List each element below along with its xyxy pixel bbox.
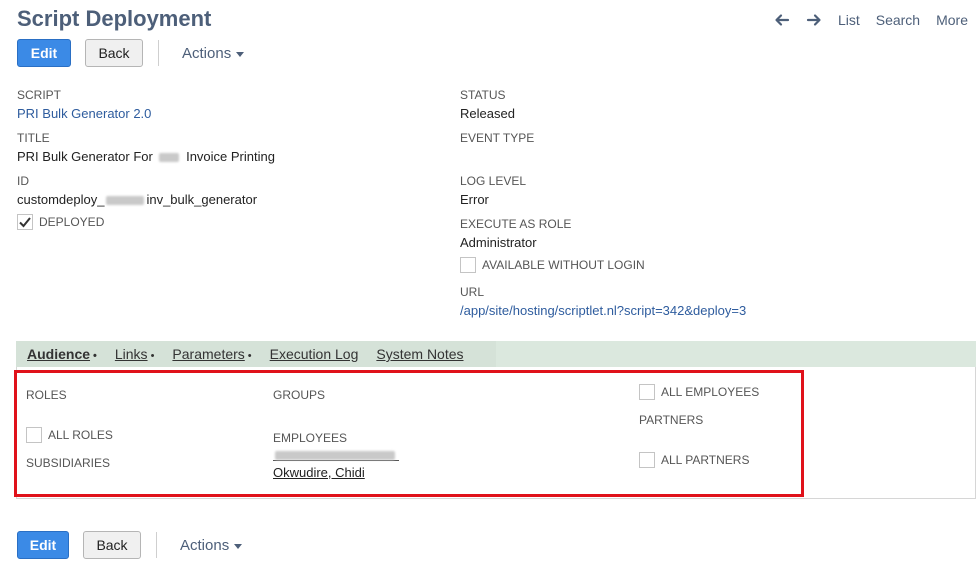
title-value: PRI Bulk Generator For Invoice Printing: [17, 149, 275, 165]
tab-audience[interactable]: Audience •: [27, 346, 97, 362]
actions-menu[interactable]: Actions: [180, 536, 243, 554]
title-label: TITLE: [17, 131, 50, 145]
arrow-left-icon[interactable]: [774, 12, 790, 28]
tab-parameters-label: Parameters: [172, 346, 245, 362]
available-without-login-row: AVAILABLE WITHOUT LOGIN: [460, 257, 645, 273]
toolbar-divider: [158, 40, 159, 66]
id-value-suffix: inv_bulk_generator: [146, 192, 258, 207]
deployed-checkbox-row: DEPLOYED: [17, 214, 104, 230]
checkmark-icon: [19, 217, 31, 228]
toolbar-divider: [156, 532, 157, 558]
tab-links-label: Links: [114, 346, 148, 362]
event-type-field: EVENT TYPE: [460, 131, 534, 149]
edit-button[interactable]: Edit: [17, 39, 71, 67]
tab-dot: •: [93, 350, 97, 362]
actions-menu[interactable]: Actions: [182, 44, 245, 62]
tab-execution-log[interactable]: Execution Log: [270, 346, 359, 362]
id-value-prefix: customdeploy_: [17, 192, 105, 207]
url-link[interactable]: /app/site/hosting/scriptlet.nl?script=34…: [460, 303, 746, 319]
top-navigation: List Search More: [774, 12, 968, 28]
subtab-bar: Audience • Links • Parameters • Execution L…: [16, 341, 496, 367]
tab-bar-filler: [496, 341, 976, 367]
more-link[interactable]: More: [936, 12, 968, 28]
deployed-checkbox[interactable]: [17, 214, 33, 230]
search-link[interactable]: Search: [876, 12, 920, 28]
tab-links[interactable]: Links •: [115, 346, 155, 362]
tab-system-notes-label: System Notes: [376, 346, 464, 362]
back-button[interactable]: Back: [83, 531, 141, 559]
caret-down-icon: [234, 543, 243, 549]
execute-as-role-label: EXECUTE AS ROLE: [460, 217, 572, 231]
log-level-value: Error: [460, 192, 489, 207]
script-field: SCRIPT PRI Bulk Generator 2.0: [17, 88, 151, 122]
title-value-suffix: Invoice Printing: [186, 149, 275, 164]
url-field: URL /app/site/hosting/scriptlet.nl?scrip…: [460, 285, 746, 319]
top-button-bar: Edit Back Actions: [17, 39, 245, 67]
deployed-label: DEPLOYED: [39, 215, 105, 229]
id-field: ID customdeploy_ inv_bulk_generator: [17, 174, 257, 208]
tab-audience-label: Audience: [27, 346, 91, 362]
redacted-text: [106, 196, 145, 206]
caret-down-icon: [236, 51, 245, 57]
back-button[interactable]: Back: [85, 39, 143, 67]
script-label: SCRIPT: [17, 88, 62, 102]
bottom-button-bar: Edit Back Actions: [17, 531, 243, 559]
log-level-label: LOG LEVEL: [460, 174, 527, 188]
log-level-field: LOG LEVEL Error: [460, 174, 526, 208]
actions-label: Actions: [180, 536, 230, 554]
page-title: Script Deployment: [17, 6, 212, 31]
tab-dot: •: [247, 350, 252, 362]
id-value: customdeploy_ inv_bulk_generator: [17, 192, 257, 208]
available-without-login-label: AVAILABLE WITHOUT LOGIN: [482, 258, 645, 272]
execute-as-role-value: Administrator: [460, 235, 537, 250]
script-link[interactable]: PRI Bulk Generator 2.0: [17, 106, 151, 122]
redacted-text: [159, 153, 180, 163]
status-value: Released: [460, 106, 515, 121]
list-link[interactable]: List: [838, 12, 860, 28]
title-value-prefix: PRI Bulk Generator For: [17, 149, 153, 164]
status-label: STATUS: [460, 88, 506, 102]
status-field: STATUS Released: [460, 88, 515, 122]
arrow-right-icon[interactable]: [806, 12, 822, 28]
event-type-label: EVENT TYPE: [460, 131, 535, 145]
edit-button[interactable]: Edit: [17, 531, 69, 559]
execute-as-role-field: EXECUTE AS ROLE Administrator: [460, 217, 571, 251]
highlight-annotation-box: [14, 370, 804, 497]
tab-dot: •: [150, 350, 155, 362]
url-label: URL: [460, 285, 485, 299]
available-without-login-checkbox[interactable]: [460, 257, 476, 273]
tab-execution-log-label: Execution Log: [269, 346, 359, 362]
id-label: ID: [17, 174, 29, 188]
actions-label: Actions: [182, 44, 232, 62]
title-field: TITLE PRI Bulk Generator For Invoice Pri…: [17, 131, 275, 165]
tab-parameters[interactable]: Parameters •: [172, 346, 251, 362]
tab-system-notes[interactable]: System Notes: [376, 346, 463, 362]
